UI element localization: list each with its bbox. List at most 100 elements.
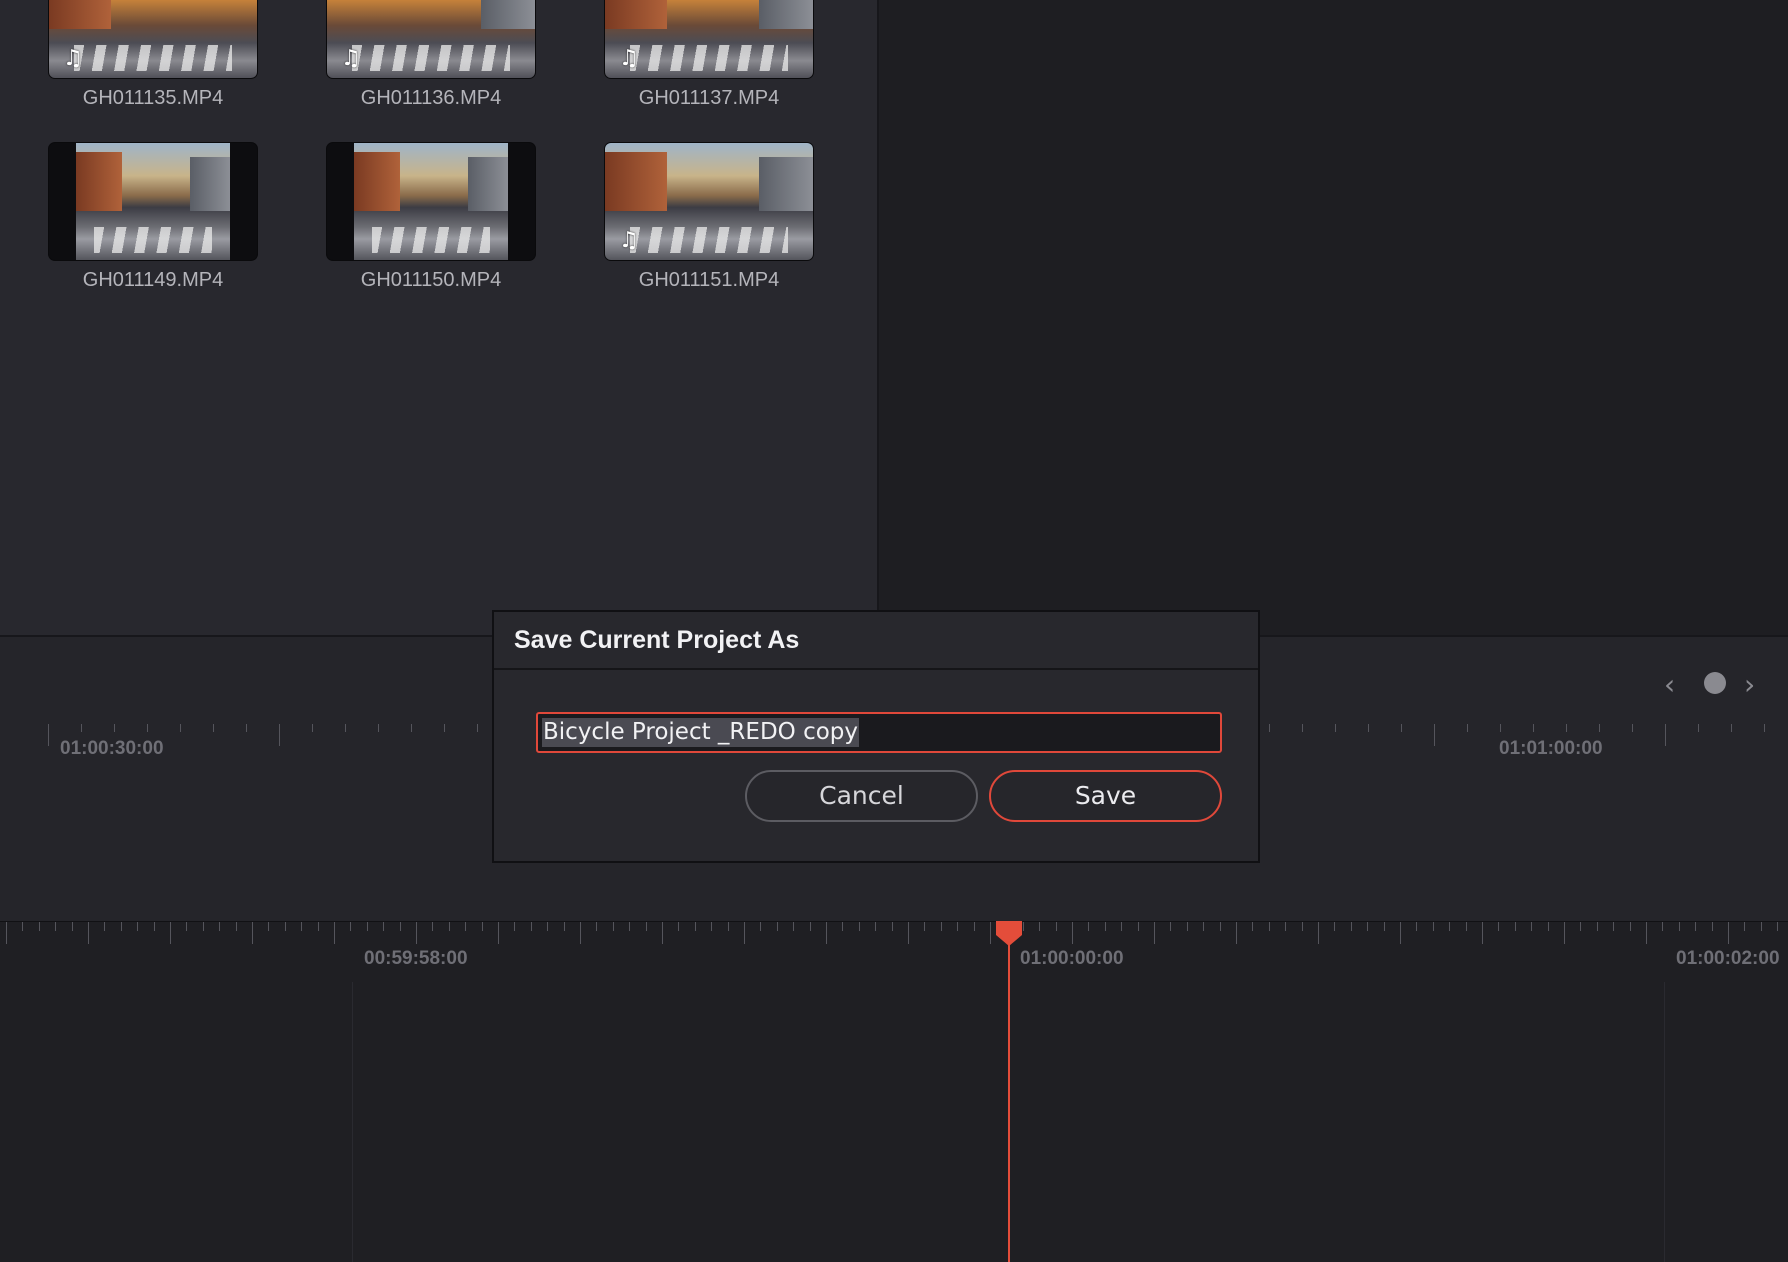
ruler-tick xyxy=(1761,922,1762,931)
lower-timeline-ruler[interactable] xyxy=(0,922,1788,946)
ruler-tick xyxy=(1203,922,1204,931)
ruler-tick xyxy=(213,724,214,732)
ruler-tick xyxy=(1632,724,1633,732)
music-note-icon: ♫ xyxy=(619,46,639,71)
clip-tile[interactable]: ♫ GH011151.MP4 xyxy=(604,142,814,292)
ruler-tick xyxy=(1744,922,1745,931)
ruler-tick xyxy=(1121,922,1122,931)
ruler-tick xyxy=(1334,922,1335,931)
ruler-tick xyxy=(88,922,89,944)
ruler-tick xyxy=(793,922,794,931)
clip-thumbnail[interactable]: ♫ xyxy=(604,142,814,261)
dialog-title: Save Current Project As xyxy=(514,626,800,654)
ruler-tick xyxy=(892,922,893,931)
ruler-tick xyxy=(285,922,286,931)
ruler-tick xyxy=(1367,922,1368,931)
ruler-tick xyxy=(104,922,105,931)
clip-tile[interactable]: GH011150.MP4 xyxy=(326,142,536,292)
timecode-label: 00:59:58:00 xyxy=(364,948,468,969)
ruler-tick xyxy=(1351,922,1352,931)
ruler-tick xyxy=(1597,922,1598,931)
ruler-tick xyxy=(39,922,40,931)
ruler-tick xyxy=(121,922,122,931)
ruler-tick xyxy=(1302,922,1303,931)
ruler-tick xyxy=(662,922,663,944)
ruler-tick xyxy=(531,922,532,931)
project-name-value[interactable]: Bicycle Project _REDO copy xyxy=(542,718,859,747)
ruler-tick xyxy=(498,922,499,944)
ruler-tick xyxy=(1662,922,1663,931)
ruler-tick xyxy=(1105,922,1106,931)
ruler-tick xyxy=(711,922,712,931)
ruler-tick xyxy=(1039,922,1040,931)
clip-thumbnail[interactable]: ♫ xyxy=(326,0,536,79)
ruler-tick xyxy=(1269,922,1270,931)
ruler-tick xyxy=(400,922,401,931)
ruler-tick xyxy=(1368,724,1369,732)
save-button[interactable]: Save xyxy=(989,770,1222,822)
ruler-tick xyxy=(350,922,351,931)
ruler-tick xyxy=(1613,922,1614,931)
ruler-tick xyxy=(1154,922,1155,944)
cancel-button[interactable]: Cancel xyxy=(745,770,978,822)
clip-name: GH011137.MP4 xyxy=(638,87,780,109)
ruler-tick xyxy=(974,922,975,931)
chevron-right-icon[interactable]: › xyxy=(1744,668,1755,701)
ruler-tick xyxy=(875,922,876,931)
ruler-tick xyxy=(1072,922,1073,944)
ruler-tick xyxy=(1566,724,1567,732)
ruler-tick xyxy=(1646,922,1647,944)
clip-tile[interactable]: ♫ GH011136.MP4 xyxy=(326,0,536,110)
ruler-tick xyxy=(1533,724,1534,732)
resolve-app: ♫ GH011135.MP4 ♫ GH011136.MP4 ♫ GH011137… xyxy=(0,0,1788,1262)
ruler-tick xyxy=(1679,922,1680,931)
ruler-tick xyxy=(842,922,843,931)
clip-thumbnail[interactable] xyxy=(326,142,536,261)
ruler-tick xyxy=(596,922,597,931)
playhead-handle-icon[interactable] xyxy=(994,921,1024,947)
ruler-tick xyxy=(55,922,56,931)
ruler-tick xyxy=(1401,724,1402,732)
ruler-tick xyxy=(547,922,548,931)
playhead-line[interactable] xyxy=(1008,921,1010,1262)
ruler-tick xyxy=(1252,922,1253,931)
ruler-tick xyxy=(1138,922,1139,931)
clip-thumbnail[interactable]: ♫ xyxy=(48,0,258,79)
ruler-tick xyxy=(1170,922,1171,931)
clip-tile[interactable]: GH011149.MP4 xyxy=(48,142,258,292)
ruler-tick xyxy=(564,922,565,931)
ruler-tick xyxy=(1088,922,1089,931)
ruler-tick xyxy=(908,922,909,944)
ruler-tick xyxy=(1220,922,1221,931)
ruler-tick xyxy=(1433,922,1434,931)
ruler-tick xyxy=(465,922,466,931)
lower-timeline[interactable]: 00:59:58:00 01:00:00:00 01:00:02:00 xyxy=(0,921,1788,1262)
ruler-tick xyxy=(695,922,696,931)
ruler-tick xyxy=(1515,922,1516,931)
ruler-tick xyxy=(859,922,860,931)
timecode-label: 01:00:00:00 xyxy=(1020,948,1124,969)
project-name-input[interactable]: Bicycle Project _REDO copy xyxy=(536,712,1222,753)
chevron-left-icon[interactable]: ‹ xyxy=(1664,668,1675,701)
ruler-tick xyxy=(1731,724,1732,732)
ruler-tick xyxy=(301,922,302,931)
clip-tile[interactable]: ♫ GH011137.MP4 xyxy=(604,0,814,110)
ruler-tick xyxy=(1777,922,1778,931)
clip-thumbnail[interactable]: ♫ xyxy=(604,0,814,79)
timecode-label: 01:00:30:00 xyxy=(60,738,164,759)
ruler-tick xyxy=(334,922,335,944)
ruler-tick xyxy=(279,724,280,746)
clip-thumbnail[interactable] xyxy=(48,142,258,261)
clip-tile[interactable]: ♫ GH011135.MP4 xyxy=(48,0,258,110)
ruler-tick xyxy=(1764,724,1765,732)
ruler-tick xyxy=(1434,724,1435,746)
ruler-tick xyxy=(449,922,450,931)
ruler-tick xyxy=(246,724,247,732)
ruler-tick xyxy=(1056,922,1057,931)
ruler-tick xyxy=(1269,724,1270,732)
ruler-tick xyxy=(268,922,269,931)
ruler-tick xyxy=(810,922,811,931)
dot-icon[interactable] xyxy=(1704,672,1726,694)
ruler-tick xyxy=(744,922,745,944)
ruler-tick xyxy=(1498,922,1499,931)
